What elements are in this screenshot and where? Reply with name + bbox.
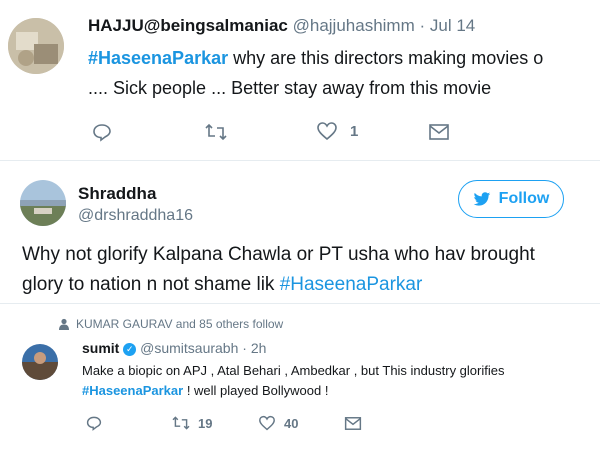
tweet1-retweet-button[interactable] <box>205 122 227 147</box>
tweet2-text-line1: Why not glorify Kalpana Chawla or PT ush… <box>22 244 535 265</box>
tweet3-like-count: 40 <box>284 415 299 431</box>
message-icon <box>429 124 449 140</box>
follow-button-label: Follow <box>498 190 550 207</box>
tweet3-display-name[interactable]: sumit <box>82 340 119 356</box>
tweet1-avatar[interactable] <box>8 18 64 74</box>
tweet2-text-prefix: glory to nation n not shame lik <box>22 274 280 295</box>
tweet3-text-rest: ! well played Bollywood ! <box>183 383 329 398</box>
tweet1-header: HAJJU@beingsalmaniac @hajjuhashimm · Jul… <box>88 16 475 36</box>
tweet3-separator: · <box>242 340 247 356</box>
reply-icon <box>93 124 111 142</box>
tweet1-handle[interactable]: @hajjuhashimm <box>293 16 415 35</box>
tweet1-display-name[interactable]: HAJJU@beingsalmaniac <box>88 16 288 35</box>
tweet3-retweet-button[interactable]: 19 <box>172 415 212 431</box>
tweet2-text-line2: glory to nation n not shame lik #Haseena… <box>22 274 422 296</box>
tweet1-separator: · <box>419 16 426 35</box>
reply-icon <box>86 416 102 431</box>
tweet3-reply-button[interactable] <box>86 415 102 436</box>
tweet1-message-button[interactable] <box>428 123 450 146</box>
tweet1-reply-button[interactable] <box>92 122 112 147</box>
tweet1-like-button[interactable]: 1 <box>316 121 358 141</box>
tweet3-time[interactable]: 2h <box>251 340 267 356</box>
follow-context: KUMAR GAURAV and 85 others follow <box>58 317 283 331</box>
tweet3-hashtag[interactable]: #HaseenaParkar <box>82 383 183 398</box>
person-icon <box>59 318 69 330</box>
tweet3-like-button[interactable]: 40 <box>258 415 298 431</box>
tweet3-avatar[interactable] <box>22 344 58 380</box>
tweet2-display-name[interactable]: Shraddha <box>78 184 156 204</box>
tweet1-like-count: 1 <box>350 122 359 140</box>
tweet1-text-line2: .... Sick people ... Better stay away fr… <box>88 78 492 98</box>
tweet3-text-line2: #HaseenaParkar ! well played Bollywood ! <box>82 383 328 398</box>
tweet3-header: sumit ✓ @sumitsaurabh · 2h <box>82 340 266 356</box>
retweet-icon <box>172 416 190 430</box>
tweet3-text-line1: Make a biopic on APJ , Atal Behari , Amb… <box>82 363 505 378</box>
like-icon <box>317 122 337 141</box>
tweet2-avatar[interactable] <box>20 180 66 226</box>
like-icon <box>259 415 275 431</box>
tweet2-handle[interactable]: @drshraddha16 <box>78 207 193 225</box>
tweet1-date[interactable]: Jul 14 <box>430 16 475 35</box>
divider <box>0 160 600 161</box>
tweet1-text-line1: #HaseenaParkar why are this directors ma… <box>88 48 543 69</box>
verified-badge-icon: ✓ <box>123 342 137 356</box>
twitter-bird-icon <box>473 191 490 206</box>
tweet2-hashtag[interactable]: #HaseenaParkar <box>280 274 423 295</box>
follow-context-text: KUMAR GAURAV and 85 others follow <box>76 317 284 331</box>
follow-button[interactable]: Follow <box>458 180 564 218</box>
divider <box>0 303 600 304</box>
tweet1-hashtag[interactable]: #HaseenaParkar <box>88 48 228 68</box>
message-icon <box>344 417 362 430</box>
tweet3-handle[interactable]: @sumitsaurabh <box>140 340 238 356</box>
tweet3-retweet-count: 19 <box>198 415 213 431</box>
tweet3-message-button[interactable] <box>344 416 362 436</box>
retweet-icon <box>205 123 227 141</box>
tweet1-text-rest: why are this directors making movies o <box>228 48 544 68</box>
